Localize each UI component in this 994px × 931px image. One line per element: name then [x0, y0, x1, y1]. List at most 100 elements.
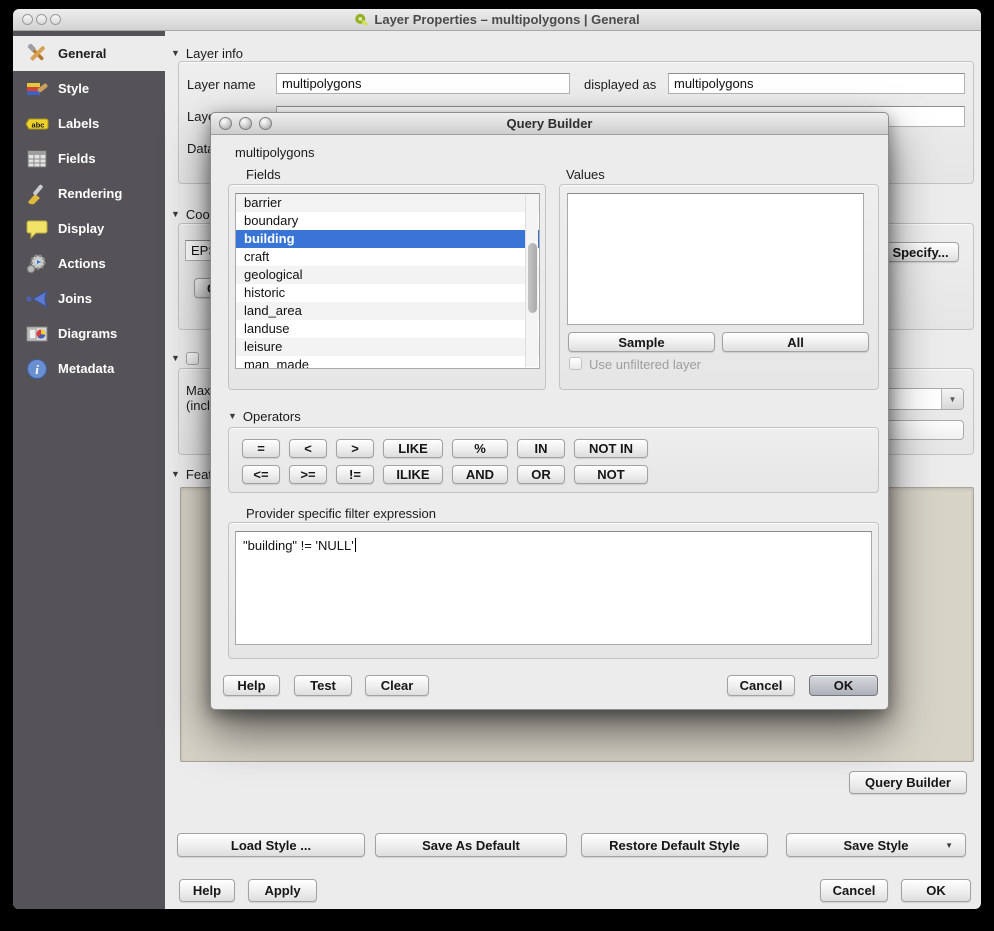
- query-builder-title: Query Builder: [211, 116, 888, 131]
- window-title: Layer Properties – multipolygons | Gener…: [13, 12, 981, 27]
- field-list-item[interactable]: man_made: [236, 356, 539, 369]
- displayed-as-label: displayed as: [584, 77, 656, 92]
- values-header: Values: [566, 167, 605, 182]
- filter-expression-input[interactable]: "building" != 'NULL': [235, 531, 872, 645]
- sidebar-item-metadata[interactable]: i Metadata: [13, 351, 165, 386]
- operator-button[interactable]: IN: [517, 439, 565, 458]
- diagram-icon: [25, 322, 49, 346]
- sidebar-item-label: Metadata: [58, 361, 114, 376]
- operator-button[interactable]: <: [289, 439, 327, 458]
- help-button[interactable]: Help: [179, 879, 235, 902]
- disclosure-triangle-icon[interactable]: ▼: [171, 470, 180, 479]
- sidebar-item-label: Joins: [58, 291, 92, 306]
- layer-name-input[interactable]: multipolygons: [276, 73, 570, 94]
- svg-text:abc: abc: [32, 120, 45, 129]
- operator-button[interactable]: <=: [242, 465, 280, 484]
- scrollbar-thumb[interactable]: [528, 243, 537, 313]
- scrollbar[interactable]: [525, 195, 538, 367]
- sidebar-item-label: Actions: [58, 256, 106, 271]
- scale-visibility-checkbox[interactable]: [186, 352, 199, 365]
- sidebar-item-display[interactable]: Display: [13, 211, 165, 246]
- restore-default-style-button[interactable]: Restore Default Style: [581, 833, 768, 857]
- operator-button[interactable]: OR: [517, 465, 565, 484]
- use-unfiltered-checkbox[interactable]: [569, 357, 582, 370]
- load-style-button[interactable]: Load Style ...: [177, 833, 365, 857]
- sidebar-item-rendering[interactable]: Rendering: [13, 176, 165, 211]
- sidebar-item-label: Rendering: [58, 186, 122, 201]
- save-style-button[interactable]: Save Style ▼: [786, 833, 966, 857]
- field-list-item[interactable]: craft: [236, 248, 539, 266]
- operators-header[interactable]: ▼ Operators: [228, 409, 301, 424]
- disclosure-triangle-icon[interactable]: ▼: [228, 412, 237, 421]
- layer-name-label: Layer name: [187, 77, 256, 92]
- operator-button[interactable]: !=: [336, 465, 374, 484]
- operators-group: = < > LIKE % IN NOT IN <= >= != ILIKE AN…: [228, 427, 879, 493]
- sidebar: General Style abc Labels Fields Renderin…: [13, 31, 165, 909]
- sidebar-item-labels[interactable]: abc Labels: [13, 106, 165, 141]
- sidebar-item-fields[interactable]: Fields: [13, 141, 165, 176]
- ok-button[interactable]: OK: [809, 675, 878, 696]
- sidebar-item-joins[interactable]: Joins: [13, 281, 165, 316]
- query-builder-window: Query Builder multipolygons Fields Value…: [210, 112, 889, 710]
- operator-button[interactable]: =: [242, 439, 280, 458]
- field-list-item-selected[interactable]: building: [236, 230, 539, 248]
- gear-icon: [25, 252, 49, 276]
- apply-button[interactable]: Apply: [248, 879, 317, 902]
- operator-button[interactable]: LIKE: [383, 439, 443, 458]
- sample-button[interactable]: Sample: [568, 332, 715, 352]
- fields-list[interactable]: barrier boundary building craft geologic…: [235, 193, 540, 369]
- operator-button[interactable]: AND: [452, 465, 508, 484]
- layer-info-header[interactable]: ▼ Layer info: [171, 46, 243, 61]
- operator-button[interactable]: NOT: [574, 465, 648, 484]
- join-arrow-icon: [25, 287, 49, 311]
- field-list-item[interactable]: landuse: [236, 320, 539, 338]
- all-button[interactable]: All: [722, 332, 869, 352]
- ok-button[interactable]: OK: [901, 879, 971, 902]
- svg-text:i: i: [35, 362, 39, 377]
- chevron-down-icon[interactable]: ▼: [945, 841, 953, 850]
- tools-icon: [25, 42, 49, 66]
- field-list-item[interactable]: leisure: [236, 338, 539, 356]
- clear-button[interactable]: Clear: [365, 675, 429, 696]
- disclosure-triangle-icon[interactable]: ▼: [171, 210, 180, 219]
- main-titlebar[interactable]: Layer Properties – multipolygons | Gener…: [13, 9, 981, 31]
- sidebar-item-label: Fields: [58, 151, 96, 166]
- sidebar-item-label: Labels: [58, 116, 99, 131]
- field-list-item[interactable]: boundary: [236, 212, 539, 230]
- field-list-item[interactable]: land_area: [236, 302, 539, 320]
- query-builder-button[interactable]: Query Builder: [849, 771, 967, 794]
- scale-visibility-header[interactable]: ▼: [171, 352, 199, 365]
- operator-button[interactable]: ILIKE: [383, 465, 443, 484]
- query-builder-titlebar[interactable]: Query Builder: [211, 113, 888, 135]
- operator-button[interactable]: %: [452, 439, 508, 458]
- brush-icon: [25, 182, 49, 206]
- values-group: Sample All Use unfiltered layer: [559, 184, 879, 390]
- sidebar-item-style[interactable]: Style: [13, 71, 165, 106]
- operator-button[interactable]: NOT IN: [574, 439, 648, 458]
- fields-group: barrier boundary building craft geologic…: [228, 184, 546, 390]
- field-list-item[interactable]: barrier: [236, 194, 539, 212]
- qgis-logo-icon: [354, 12, 369, 27]
- speech-bubble-icon: [25, 217, 49, 241]
- field-list-item[interactable]: historic: [236, 284, 539, 302]
- save-as-default-button[interactable]: Save As Default: [375, 833, 567, 857]
- displayed-as-input[interactable]: multipolygons: [668, 73, 965, 94]
- operator-button[interactable]: >: [336, 439, 374, 458]
- help-button[interactable]: Help: [223, 675, 280, 696]
- table-icon: [25, 147, 49, 171]
- disclosure-triangle-icon[interactable]: ▼: [171, 354, 180, 363]
- sidebar-item-general[interactable]: General: [13, 36, 165, 71]
- operator-button[interactable]: >=: [289, 465, 327, 484]
- test-button[interactable]: Test: [294, 675, 352, 696]
- use-unfiltered-label: Use unfiltered layer: [589, 357, 701, 372]
- cancel-button[interactable]: Cancel: [820, 879, 888, 902]
- field-list-item[interactable]: geological: [236, 266, 539, 284]
- sidebar-item-actions[interactable]: Actions: [13, 246, 165, 281]
- cancel-button[interactable]: Cancel: [727, 675, 795, 696]
- disclosure-triangle-icon[interactable]: ▼: [171, 49, 180, 58]
- values-list[interactable]: [567, 193, 864, 325]
- sidebar-item-diagrams[interactable]: Diagrams: [13, 316, 165, 351]
- specify-crs-button[interactable]: Specify...: [882, 242, 959, 262]
- chevron-down-icon[interactable]: ▼: [941, 389, 963, 409]
- paintbrush-icon: [25, 77, 49, 101]
